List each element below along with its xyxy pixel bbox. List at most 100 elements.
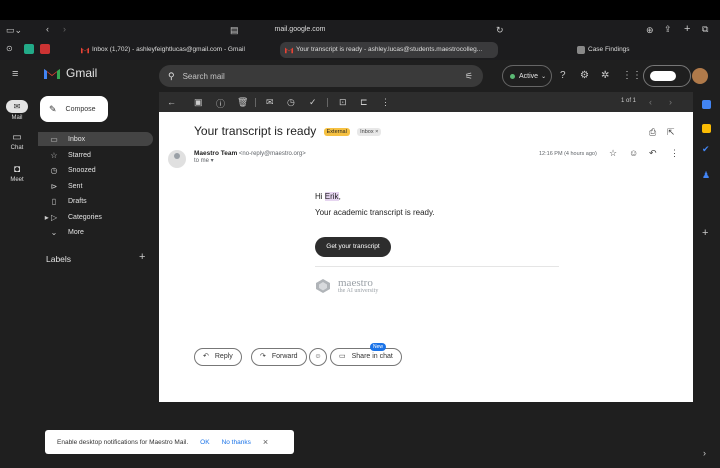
get-transcript-button[interactable]: Get your transcript xyxy=(315,237,391,257)
rail-meet[interactable]: ◘ Meet xyxy=(0,164,34,183)
forward-button[interactable]: ↷ Forward xyxy=(251,348,307,366)
greeting-name: Erik xyxy=(324,192,339,201)
calendar-icon[interactable] xyxy=(702,100,711,109)
delete-icon[interactable]: 🗑 xyxy=(237,97,248,108)
help-icon[interactable]: ? xyxy=(560,70,566,81)
compose-button[interactable]: ✎ Compose xyxy=(40,96,108,122)
snooze-icon[interactable]: ◷ xyxy=(287,97,295,108)
new-tab-icon[interactable]: + xyxy=(684,23,690,35)
reply-button[interactable]: ↶ Reply xyxy=(194,348,242,366)
emoji-button[interactable]: ☺ xyxy=(309,348,327,366)
inbox-icon: ▭ xyxy=(50,134,58,144)
older-icon[interactable]: › xyxy=(669,97,672,107)
gmail-logo[interactable]: Gmail xyxy=(44,66,97,80)
meet-icon: ◘ xyxy=(13,164,21,175)
tab-overview-icon[interactable]: ⧉ xyxy=(702,24,708,35)
downloads-icon[interactable]: ⊕ xyxy=(646,25,654,36)
sender-avatar[interactable] xyxy=(168,150,186,168)
back-icon[interactable]: ‹ xyxy=(46,24,49,34)
sender-name[interactable]: Maestro Team xyxy=(194,150,237,157)
apps-icon[interactable]: ⋮⋮ xyxy=(622,70,642,81)
tab-strip: ⊙ Inbox (1,702) - ashleyfeightlucas@gmai… xyxy=(0,40,720,60)
tab-group-icon[interactable]: ⊙ xyxy=(6,44,13,53)
gemini-icon[interactable]: ✲ xyxy=(601,70,609,81)
status-button[interactable]: Active ⌄ xyxy=(502,65,552,87)
brand-name: maestro xyxy=(338,277,373,289)
new-badge: New xyxy=(370,343,387,351)
label-tag-icon[interactable]: ⊏ xyxy=(360,97,368,108)
keep-icon[interactable] xyxy=(702,124,711,133)
browser-toolbar: ▭⌄ ‹ › ▤ mail.google.com ↻ ⊕ ⇪ + ⧉ xyxy=(0,20,720,40)
labels-heading: Labels xyxy=(46,254,72,264)
close-icon[interactable]: × xyxy=(263,437,268,447)
star-icon[interactable]: ☆ xyxy=(609,148,617,159)
search-options-icon[interactable]: ⚟ xyxy=(465,71,473,82)
tasks-icon[interactable]: ✔ xyxy=(702,144,710,155)
newer-icon[interactable]: ‹ xyxy=(649,97,652,107)
more-vert-icon[interactable]: ⋮ xyxy=(670,148,679,159)
sidebar-item-starred[interactable]: ☆ Starred xyxy=(38,148,153,162)
sidebar-item-snoozed[interactable]: ◷ Snoozed xyxy=(38,163,153,177)
tab-case-findings[interactable]: Case Findings xyxy=(572,42,702,58)
search-bar[interactable]: ⚲ Search mail ⚟ xyxy=(159,65,483,87)
expand-panel-icon[interactable]: › xyxy=(703,448,706,458)
sidebar-item-drafts[interactable]: ▯ Drafts xyxy=(38,194,153,208)
tab-gmail-inbox[interactable]: Inbox (1,702) - ashleyfeightlucas@gmail.… xyxy=(76,42,276,58)
mark-unread-icon[interactable]: ✉ xyxy=(266,97,274,108)
toast-no-thanks-button[interactable]: No thanks xyxy=(222,439,251,446)
tab-label: Your transcript is ready - ashley.lucas@… xyxy=(296,46,483,53)
message-time: 12:16 PM (4 hours ago) xyxy=(539,151,597,157)
search-input[interactable]: Search mail xyxy=(183,72,225,81)
move-to-icon[interactable]: ⊡ xyxy=(339,97,347,108)
print-icon[interactable]: ⎙ xyxy=(649,127,656,138)
sidebar-item-label: Sent xyxy=(68,182,83,190)
external-badge: External xyxy=(323,127,350,136)
sidebar-item-sent[interactable]: ⊳ Sent xyxy=(38,179,153,193)
sidebar-item-categories[interactable]: ▸ ▷ Categories xyxy=(38,210,153,224)
share-in-chat-button[interactable]: ▭ Share in chat xyxy=(330,348,402,366)
subject-text: Your transcript is ready xyxy=(194,124,317,138)
system-top-bar xyxy=(0,0,720,20)
report-spam-icon[interactable]: ⓘ xyxy=(216,97,225,110)
archive-icon[interactable]: ▣ xyxy=(194,97,203,108)
forward-icon[interactable]: › xyxy=(63,24,66,34)
tab-transcript[interactable]: Your transcript is ready - ashley.lucas@… xyxy=(280,42,498,58)
contacts-icon[interactable]: ♟ xyxy=(702,170,710,181)
url-text: mail.google.com xyxy=(274,26,326,33)
url-bar[interactable]: mail.google.com xyxy=(80,23,520,37)
more-options-icon[interactable]: ⋮ xyxy=(381,97,390,108)
avatar[interactable] xyxy=(692,68,708,84)
toolbar-divider xyxy=(327,98,328,107)
sidebar-item-inbox[interactable]: ▭ Inbox xyxy=(38,132,153,146)
open-new-window-icon[interactable]: ⇱ xyxy=(667,127,675,138)
rail-mail[interactable]: ✉ Mail xyxy=(0,100,34,121)
message-toolbar: ← ▣ ⓘ 🗑 ✉ ◷ ✓ ⊡ ⊏ ⋮ 1 of 1 ‹ › xyxy=(159,92,693,112)
org-logo-icon xyxy=(650,71,676,81)
search-icon[interactable]: ⚲ xyxy=(168,71,175,82)
gmail-favicon-icon xyxy=(81,47,89,54)
inbox-label-chip[interactable]: Inbox × xyxy=(357,127,382,136)
recipient-toggle[interactable]: to me ▾ xyxy=(194,158,214,164)
maestro-logo-icon xyxy=(316,279,330,293)
settings-icon[interactable]: ⚙ xyxy=(580,70,589,81)
sidebar-toggle-icon[interactable]: ▭⌄ xyxy=(6,25,22,36)
sidebar-item-more[interactable]: ⌄ More xyxy=(38,225,153,239)
emoji-react-icon[interactable]: ☺ xyxy=(629,148,638,158)
body-line: Your academic transcript is ready. xyxy=(315,208,435,217)
share-icon[interactable]: ⇪ xyxy=(664,24,672,35)
reply-icon[interactable]: ↶ xyxy=(649,148,657,159)
reload-icon[interactable]: ↻ xyxy=(496,25,504,36)
status-dot-icon xyxy=(510,73,515,79)
greeting-prefix: Hi xyxy=(315,192,325,201)
add-task-icon[interactable]: ✓ xyxy=(309,97,317,108)
account-chip[interactable] xyxy=(643,65,691,87)
toast-ok-button[interactable]: OK xyxy=(200,439,209,446)
main-menu-icon[interactable]: ≡ xyxy=(12,68,18,80)
pinned-tab-icon-2[interactable] xyxy=(40,44,50,54)
back-arrow-icon[interactable]: ← xyxy=(167,97,176,107)
add-addon-icon[interactable]: + xyxy=(702,227,708,239)
pinned-tab-icon[interactable] xyxy=(24,44,34,54)
add-label-icon[interactable]: + xyxy=(139,251,145,263)
status-label: Active xyxy=(519,72,539,80)
rail-chat[interactable]: ▭ Chat xyxy=(0,132,34,151)
